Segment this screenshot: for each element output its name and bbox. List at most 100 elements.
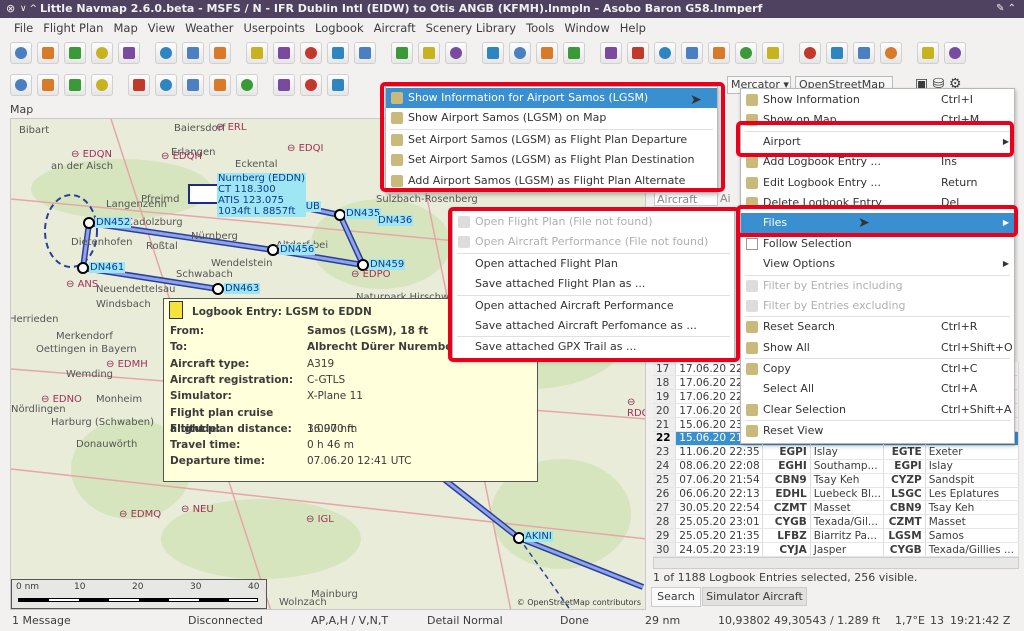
waypoint-label[interactable]: DN436 — [377, 215, 414, 226]
menu-weather[interactable]: Weather — [185, 18, 233, 38]
table-cell: 06.06.20 22:13 — [675, 487, 764, 502]
menu-scenery-library[interactable]: Scenery Library — [426, 18, 516, 38]
waypoint-label[interactable]: DN463 — [224, 283, 261, 294]
waypoint-label[interactable]: DN452 — [95, 217, 132, 228]
menu-item-select-all[interactable]: Select All Ctrl+A — [741, 379, 1014, 399]
triangle-icon[interactable] — [654, 42, 676, 64]
target-icon[interactable] — [799, 42, 821, 64]
menu-item-filter-by-entries-including[interactable]: Filter by Entries including — [741, 276, 1014, 296]
ndb-icon[interactable] — [563, 42, 585, 64]
add-bookmark-icon[interactable] — [182, 42, 204, 64]
delete-icon[interactable] — [273, 42, 295, 64]
annotation-box-files-submenu — [448, 207, 740, 362]
flightplan-icon[interactable] — [853, 42, 875, 64]
menu-file[interactable]: File — [14, 18, 33, 38]
redo-icon[interactable] — [37, 74, 59, 96]
trail-icon[interactable] — [944, 42, 966, 64]
clean-icon[interactable] — [300, 42, 322, 64]
waypoint-label[interactable]: DN435 — [345, 208, 382, 219]
menu-item-copy[interactable]: Copy Ctrl+C — [741, 359, 1014, 379]
menu-item-reset-search[interactable]: Reset Search Ctrl+R — [741, 317, 1014, 337]
route-box-icon[interactable] — [327, 74, 349, 96]
horizontal-scrollbar[interactable] — [653, 557, 1019, 569]
waypoint-label[interactable]: DN459 — [369, 259, 406, 270]
table-row[interactable]: 29 25.05.20 21:35 LFBZ Biarritz Pa... LGSM Sa… — [653, 528, 1020, 544]
add-entry-icon — [746, 156, 758, 169]
no-airport-icon[interactable] — [509, 42, 531, 64]
feather-icon[interactable] — [880, 42, 902, 64]
home-icon[interactable] — [155, 42, 177, 64]
ils-icon[interactable] — [627, 42, 649, 64]
menu-item-edit-logbook-entry[interactable]: Edit Logbook Entry ... Return — [741, 173, 1014, 193]
tab-search[interactable]: Search — [651, 587, 701, 607]
add-icon[interactable] — [128, 74, 150, 96]
save-as-icon[interactable] — [91, 42, 113, 64]
menu-item-reset-view[interactable]: Reset View — [741, 421, 1014, 441]
menu-help[interactable]: Help — [620, 18, 646, 38]
table-row[interactable]: 30 24.05.20 23:19 CYJA Jasper CYGB Texada/Gil… — [653, 542, 1020, 557]
tab-simulator-aircraft[interactable]: Simulator Aircraft — [702, 587, 807, 606]
aircraft-icon[interactable] — [917, 42, 939, 64]
menu-item-show-all[interactable]: Show All Ctrl+Shift+O — [741, 338, 1014, 358]
zoom-in-icon[interactable] — [391, 42, 413, 64]
new-flightplan-icon[interactable] — [10, 42, 32, 64]
victor-airway-icon[interactable] — [708, 42, 730, 64]
close-icon[interactable] — [273, 74, 295, 96]
menu-item-filter-by-entries-excluding[interactable]: Filter by Entries excluding — [741, 296, 1014, 316]
table-row[interactable]: 23 11.06.20 22:35 EGPI Islay EGTE Exeter — [653, 445, 1020, 460]
column-header-aircraft-model[interactable]: Aircraft Mo... — [654, 192, 718, 219]
close-window-icon[interactable]: ⊗ — [6, 0, 15, 18]
zoom-out-icon[interactable] — [445, 42, 467, 64]
jet-airway-icon[interactable] — [735, 42, 757, 64]
leg-icon[interactable] — [155, 74, 177, 96]
waypoint-label[interactable]: DN461 — [89, 262, 126, 273]
pen-icon[interactable] — [681, 42, 703, 64]
checkbox-icon[interactable] — [746, 237, 758, 250]
menu-flight-plan[interactable]: Flight Plan — [43, 18, 103, 38]
table-row[interactable]: 24 08.06.20 22:08 EGHI Southamp... EGPI Islay — [653, 459, 1020, 474]
menu-window[interactable]: Window — [564, 18, 609, 38]
column-header-partial[interactable]: Ai — [720, 192, 731, 205]
route-icon[interactable] — [209, 42, 231, 64]
forward-icon[interactable] — [354, 42, 376, 64]
search-icon[interactable] — [300, 74, 322, 96]
back-icon[interactable] — [327, 42, 349, 64]
grid-icon[interactable] — [600, 42, 622, 64]
vor-icon[interactable] — [536, 42, 558, 64]
new-flightplan-icon-glyph — [15, 47, 27, 59]
menu-item-label: Show Information — [763, 93, 860, 106]
table-row[interactable]: 28 25.05.20 23:01 CYGB Texada/Gil... CZMT Mas… — [653, 514, 1020, 530]
menu-view[interactable]: View — [148, 18, 175, 38]
star-icon[interactable] — [826, 42, 848, 64]
minimize-icon[interactable]: ∨ ^ — [20, 0, 37, 18]
menu-map[interactable]: Map — [113, 18, 137, 38]
table-row[interactable]: 27 30.05.20 22:54 CZMT Masset CBN9 Tsay Keh — [653, 500, 1020, 516]
open-flightplan-icon[interactable] — [37, 42, 59, 64]
zoom-icon[interactable] — [418, 42, 440, 64]
menu-item-clear-selection[interactable]: Clear Selection Ctrl+Shift+A — [741, 400, 1014, 420]
pin-icon[interactable]: ✎ ⌃ — [996, 0, 1016, 18]
menu-item-show-information[interactable]: Show Information Ctrl+I — [741, 90, 1014, 110]
menu-userpoints[interactable]: Userpoints — [243, 18, 305, 38]
spark-icon[interactable] — [209, 74, 231, 96]
undo-icon[interactable] — [10, 74, 32, 96]
airport-star-icon[interactable] — [482, 42, 504, 64]
waypoint-label[interactable]: AKINI — [524, 531, 553, 542]
map-icon[interactable] — [246, 42, 268, 64]
table-row[interactable]: 26 06.06.20 22:13 EDHL Luebeck Bl... LSGC Les… — [653, 487, 1020, 502]
track-icon[interactable] — [762, 42, 784, 64]
save-icon[interactable] — [64, 42, 86, 64]
waypoint-label[interactable]: DN456 — [279, 244, 316, 255]
airport-eddn-label[interactable]: Nurnberg (EDDN) CT 118.300 ATIS 123.075 103… — [217, 173, 307, 217]
cross-icon[interactable] — [236, 74, 258, 96]
center-icon[interactable] — [64, 74, 86, 96]
reload-icon[interactable] — [118, 42, 140, 64]
menu-aircraft[interactable]: Aircraft — [374, 18, 416, 38]
leg-dir-icon[interactable] — [182, 74, 204, 96]
route-calc-icon[interactable] — [91, 74, 113, 96]
menu-item-view-options[interactable]: View Options ▶ — [741, 254, 1014, 274]
waypoint-marker — [513, 532, 525, 544]
table-row[interactable]: 25 07.06.20 21:54 CBN9 Tsay Keh CYZP Sandspit — [653, 473, 1020, 488]
menu-logbook[interactable]: Logbook — [315, 18, 364, 38]
menu-tools[interactable]: Tools — [526, 18, 554, 38]
